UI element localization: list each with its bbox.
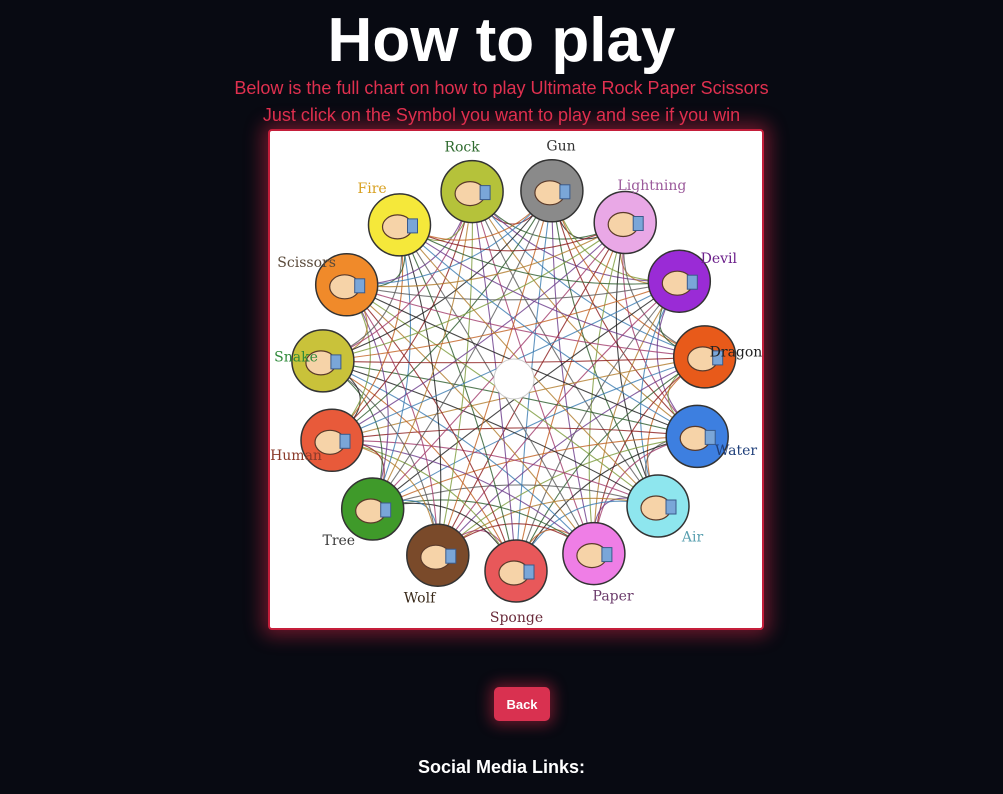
rules-chart-graphic: Rock Gun Lightning Devil Dragon Water Air Paper… — [270, 139, 762, 626]
sleeve-cuff-icon — [445, 548, 457, 564]
symbol-node-lightning[interactable]: Lightning — [593, 178, 686, 255]
symbol-node-wolf[interactable]: Wolf — [404, 523, 470, 606]
sleeve-cuff-icon — [479, 185, 491, 201]
symbol-label: Fire — [358, 181, 387, 197]
sleeve-cuff-icon — [523, 564, 535, 580]
symbol-label: Tree — [322, 533, 355, 549]
symbol-node-devil[interactable]: Devil — [647, 249, 738, 313]
symbol-label: Gun — [546, 139, 575, 155]
symbol-node-scissors[interactable]: Scissors — [277, 253, 379, 317]
sleeve-cuff-icon — [380, 502, 392, 518]
chart-connection-line — [437, 497, 659, 556]
how-to-play-page: How to play Below is the full chart on h… — [0, 0, 1003, 794]
symbol-node-paper[interactable]: Paper — [562, 521, 634, 605]
sleeve-cuff-icon — [686, 274, 698, 290]
symbol-node-sponge[interactable]: Sponge — [484, 539, 548, 626]
symbol-label: Sponge — [490, 610, 543, 626]
symbol-node-fire[interactable]: Fire — [358, 181, 432, 257]
symbol-label: Paper — [593, 588, 634, 604]
sleeve-cuff-icon — [354, 278, 366, 294]
sleeve-cuff-icon — [339, 433, 351, 449]
sleeve-cuff-icon — [330, 354, 342, 370]
symbol-node-snake[interactable]: Snake — [274, 329, 355, 393]
page-title: How to play — [327, 6, 676, 75]
symbol-label: Lightning — [617, 178, 686, 194]
chart-center-circle — [493, 358, 535, 400]
symbol-label: Dragon — [710, 345, 762, 361]
symbol-label: Rock — [444, 140, 480, 156]
symbol-node-gun[interactable]: Gun — [520, 139, 584, 223]
symbol-label: Snake — [274, 350, 318, 366]
sleeve-cuff-icon — [632, 216, 644, 231]
chart-connection-line — [372, 224, 412, 510]
symbol-label: Devil — [701, 251, 738, 267]
symbol-label: Scissors — [277, 255, 336, 271]
symbol-node-dragon[interactable]: Dragon — [672, 325, 762, 389]
chart-connection-line — [372, 484, 659, 510]
sleeve-cuff-icon — [601, 547, 613, 563]
symbol-label: Human — [270, 448, 322, 464]
social-media-heading: Social Media Links: — [417, 757, 586, 777]
symbol-node-tree[interactable]: Tree — [322, 477, 405, 549]
sleeve-cuff-icon — [665, 499, 677, 515]
rules-chart-image: Rock Gun Lightning Devil Dragon Water Air Paper… — [268, 129, 764, 630]
symbol-label: Air — [681, 529, 704, 545]
symbol-node-rock[interactable]: Rock — [440, 140, 504, 224]
symbol-node-human[interactable]: Human — [270, 408, 364, 473]
back-button[interactable]: Back — [494, 687, 550, 721]
subtitle-line-2: Just click on the Symbol you want to pla… — [262, 105, 741, 125]
symbol-label: Water — [715, 443, 757, 459]
symbol-node-water[interactable]: Water — [665, 404, 757, 469]
chart-connection-line — [331, 427, 698, 441]
symbol-node-air[interactable]: Air — [626, 474, 704, 545]
sleeve-cuff-icon — [407, 218, 418, 234]
symbol-label: Wolf — [404, 590, 437, 606]
subtitle-line-1: Below is the full chart on how to play U… — [234, 78, 769, 98]
sleeve-cuff-icon — [704, 429, 716, 445]
sleeve-cuff-icon — [559, 184, 571, 200]
